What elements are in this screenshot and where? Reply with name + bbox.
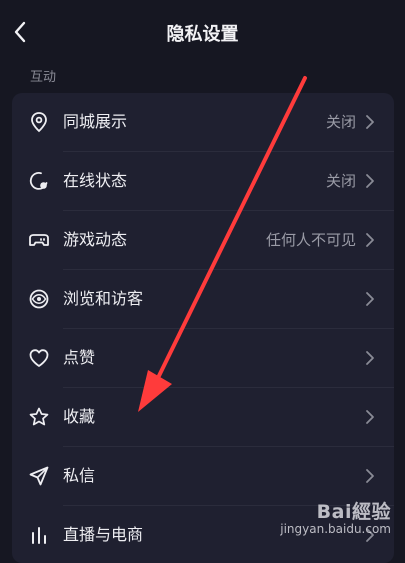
- heart-icon: [27, 346, 51, 370]
- setting-value: 关闭: [325, 113, 356, 131]
- star-icon: [27, 405, 51, 429]
- setting-row-nearby-display[interactable]: 同城展示 关闭: [12, 93, 394, 151]
- setting-label: 收藏: [63, 407, 96, 426]
- setting-row-browse-visitors[interactable]: 浏览和访客: [12, 270, 394, 328]
- watermark-brand: Bai經验: [316, 501, 391, 523]
- chevron-right-icon: [366, 233, 374, 247]
- bar-chart-icon: [27, 523, 51, 547]
- setting-label: 游戏动态: [63, 230, 128, 249]
- chevron-right-icon: [366, 351, 374, 365]
- setting-value: 任何人不可见: [265, 231, 356, 249]
- header-bar: 隐私设置: [0, 0, 405, 64]
- setting-row-online-status[interactable]: 在线状态 关闭: [12, 152, 394, 210]
- setting-label: 私信: [63, 466, 96, 485]
- setting-label: 在线状态: [63, 171, 128, 190]
- chevron-right-icon: [366, 410, 374, 424]
- chevron-right-icon: [366, 174, 374, 188]
- gamepad-icon: [27, 228, 51, 252]
- setting-row-game-activity[interactable]: 游戏动态 任何人不可见: [12, 211, 394, 269]
- setting-label: 点赞: [63, 348, 96, 367]
- setting-value: 关闭: [325, 172, 356, 190]
- page-title: 隐私设置: [166, 24, 239, 45]
- chevron-right-icon: [366, 292, 374, 306]
- watermark: Bai經验 jingyan.baidu.com: [280, 497, 391, 536]
- online-status-icon: [27, 169, 51, 193]
- eye-icon: [27, 287, 51, 311]
- setting-label: 直播与电商: [63, 525, 144, 544]
- location-pin-icon: [27, 110, 51, 134]
- setting-label: 浏览和访客: [63, 289, 144, 308]
- setting-row-favorites[interactable]: 收藏: [12, 388, 394, 446]
- section-label-interaction: 互动: [30, 70, 57, 85]
- send-icon: [27, 464, 51, 488]
- watermark-url: jingyan.baidu.com: [280, 522, 391, 536]
- chevron-right-icon: [366, 115, 374, 129]
- setting-label: 同城展示: [63, 112, 128, 131]
- setting-row-likes[interactable]: 点赞: [12, 329, 394, 387]
- settings-card: 同城展示 关闭 在线状态 关闭 游戏动态 任何人不可见 浏览和访客 点赞 收藏 …: [12, 93, 394, 563]
- chevron-right-icon: [366, 469, 374, 483]
